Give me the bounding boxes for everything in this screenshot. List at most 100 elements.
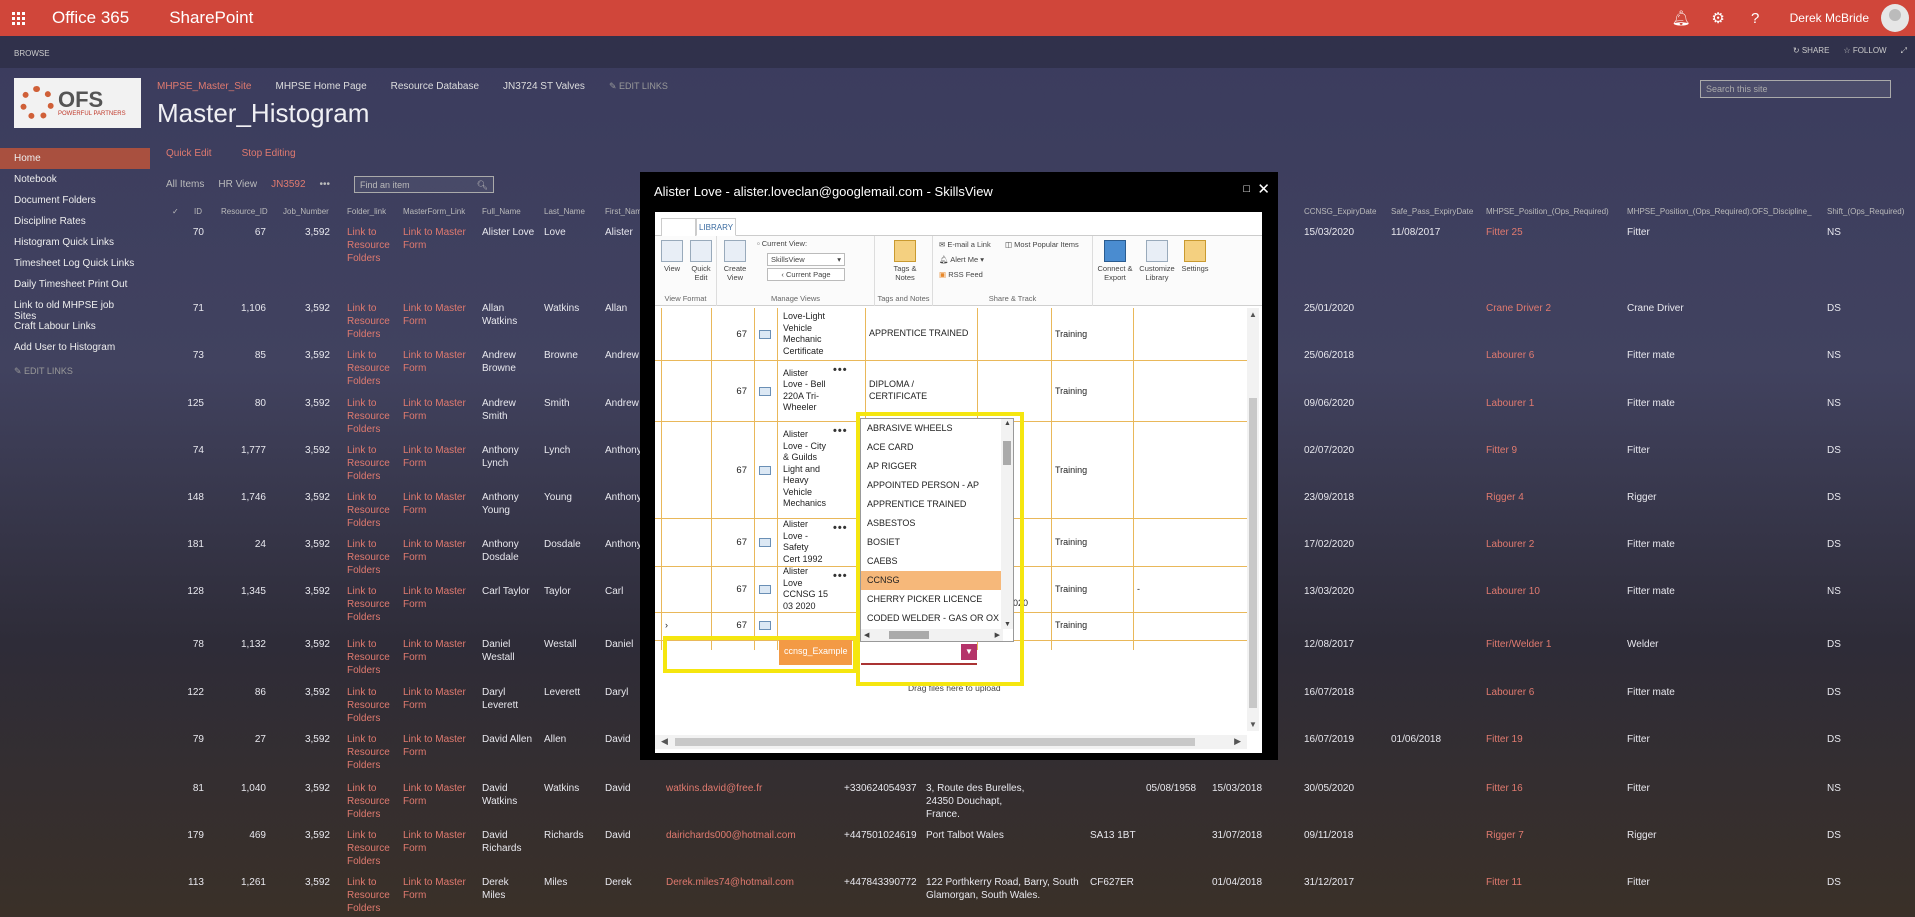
position-link[interactable]: Fitter 11 bbox=[1486, 876, 1522, 889]
col-folder-link[interactable]: Folder_link bbox=[347, 207, 386, 216]
folder-link[interactable]: Link to Resource Folders bbox=[347, 349, 390, 388]
position-link[interactable]: Labourer 2 bbox=[1486, 538, 1534, 551]
search-icon[interactable]: 🔍︎ bbox=[477, 180, 488, 191]
masterform-link[interactable]: Link to Master Form bbox=[403, 638, 466, 664]
connect-export-button[interactable]: Connect & Export bbox=[1095, 240, 1135, 282]
email-link[interactable]: watkins.david@free.fr bbox=[666, 782, 762, 795]
col-masterform-link[interactable]: MasterForm_Link bbox=[403, 207, 465, 216]
folder-link[interactable]: Link to Resource Folders bbox=[347, 302, 390, 341]
view-jn3592[interactable]: JN3592 bbox=[271, 179, 305, 190]
edit-links-top[interactable]: ✎ EDIT LINKS bbox=[609, 81, 668, 92]
create-view-button[interactable]: Create View bbox=[721, 240, 749, 282]
masterform-link[interactable]: Link to Master Form bbox=[403, 585, 466, 611]
gear-icon[interactable]: ⚙ bbox=[1700, 0, 1737, 36]
email-link[interactable]: Derek.miles74@hotmail.com bbox=[666, 876, 794, 889]
col-last-name[interactable]: Last_Name bbox=[544, 207, 585, 216]
col-first-name[interactable]: First_Nam bbox=[605, 207, 642, 216]
document-name-link[interactable]: Alister Love - Bell 220A Tri- Wheeler bbox=[783, 368, 826, 414]
masterform-link[interactable]: Link to Master Form bbox=[403, 782, 466, 808]
scroll-down-icon[interactable]: ▼ bbox=[1249, 720, 1257, 729]
document-icon[interactable] bbox=[759, 585, 771, 594]
position-link[interactable]: Rigger 4 bbox=[1486, 491, 1524, 504]
masterform-link[interactable]: Link to Master Form bbox=[403, 686, 466, 712]
stop-editing-button[interactable]: Stop Editing bbox=[242, 148, 296, 159]
avatar[interactable] bbox=[1881, 4, 1909, 32]
scroll-up-icon[interactable]: ▲ bbox=[1249, 310, 1257, 319]
row-selector-icon[interactable]: › bbox=[665, 620, 668, 632]
col-job-number[interactable]: Job_Number bbox=[283, 207, 329, 216]
more-views-icon[interactable]: ••• bbox=[320, 179, 331, 190]
quick-edit-ribbon-button[interactable]: Quick Edit bbox=[688, 240, 714, 282]
table-row[interactable]: 81 1,040 3,592 Link to Resource Folders Link t… bbox=[0, 782, 1915, 829]
topnav-item-jn3724[interactable]: JN3724 ST Valves bbox=[503, 81, 585, 92]
vertical-scrollbar[interactable]: ▲ ▼ bbox=[1247, 308, 1259, 731]
col-position-ops[interactable]: MHPSE_Position_(Ops_Required) bbox=[1486, 207, 1609, 216]
follow-button[interactable]: ☆ FOLLOW bbox=[1843, 46, 1886, 56]
masterform-link[interactable]: Link to Master Form bbox=[403, 829, 466, 855]
col-shift[interactable]: Shift_(Ops_Required) bbox=[1827, 207, 1904, 216]
popular-items-button[interactable]: ◫ Most Popular Items bbox=[1005, 240, 1079, 249]
folder-link[interactable]: Link to Resource Folders bbox=[347, 585, 390, 624]
help-icon[interactable]: ? bbox=[1737, 0, 1774, 36]
sharepoint-app-title[interactable]: SharePoint bbox=[169, 8, 253, 28]
masterform-link[interactable]: Link to Master Form bbox=[403, 397, 466, 423]
current-page-button[interactable]: ‹ Current Page bbox=[767, 268, 845, 281]
col-safe-pass-expiry[interactable]: Safe_Pass_ExpiryDate bbox=[1391, 207, 1473, 216]
ql-item-notebook[interactable]: Notebook bbox=[0, 169, 150, 190]
table-row[interactable]: 113 1,261 3,592 Link to Resource Folders Link … bbox=[0, 876, 1915, 917]
masterform-link[interactable]: Link to Master Form bbox=[403, 538, 466, 564]
settings-button[interactable]: Settings bbox=[1179, 240, 1211, 273]
folder-link[interactable]: Link to Resource Folders bbox=[347, 829, 390, 868]
col-resource-id[interactable]: Resource_ID bbox=[221, 207, 268, 216]
col-position-discipline[interactable]: MHPSE_Position_(Ops_Required):OFS_Discip… bbox=[1627, 207, 1812, 216]
position-link[interactable]: Fitter 19 bbox=[1486, 733, 1523, 746]
ql-item-daily-timesheet[interactable]: Daily Timesheet Print Out bbox=[0, 274, 150, 295]
view-hr[interactable]: HR View bbox=[218, 179, 257, 190]
position-link[interactable]: Labourer 10 bbox=[1486, 585, 1540, 598]
folder-link[interactable]: Link to Resource Folders bbox=[347, 876, 390, 915]
ql-item-document-folders[interactable]: Document Folders bbox=[0, 190, 150, 211]
horizontal-scrollbar[interactable]: ◀ ▶ bbox=[655, 735, 1247, 749]
ql-item-home[interactable]: Home bbox=[0, 148, 150, 169]
col-ccnsg-expiry[interactable]: CCNSG_ExpiryDate bbox=[1304, 207, 1376, 216]
scroll-right-icon[interactable]: ▶ bbox=[1234, 736, 1241, 747]
col-id[interactable]: ID bbox=[194, 207, 202, 216]
search-site-input[interactable]: Search this site bbox=[1700, 80, 1891, 98]
topnav-item-home-page[interactable]: MHPSE Home Page bbox=[275, 81, 366, 92]
maximize-icon[interactable]: □ bbox=[1243, 183, 1250, 195]
ellipsis-menu-icon[interactable]: ••• bbox=[833, 364, 848, 376]
app-launcher-icon[interactable] bbox=[0, 0, 36, 36]
topnav-item-resource-database[interactable]: Resource Database bbox=[391, 81, 479, 92]
document-icon[interactable] bbox=[759, 465, 771, 475]
view-button[interactable]: View bbox=[660, 240, 684, 273]
browse-tab[interactable]: BROWSE bbox=[14, 49, 50, 58]
alert-me-button[interactable]: 🔔︎ Alert Me ▾ bbox=[939, 255, 984, 264]
folder-link[interactable]: Link to Resource Folders bbox=[347, 444, 390, 483]
position-link[interactable]: Labourer 6 bbox=[1486, 686, 1534, 699]
document-icon[interactable] bbox=[759, 330, 771, 339]
masterform-link[interactable]: Link to Master Form bbox=[403, 349, 466, 375]
col-full-name[interactable]: Full_Name bbox=[482, 207, 521, 216]
folder-link[interactable]: Link to Resource Folders bbox=[347, 733, 390, 772]
position-link[interactable]: Fitter 16 bbox=[1486, 782, 1523, 795]
masterform-link[interactable]: Link to Master Form bbox=[403, 733, 466, 759]
scroll-left-icon[interactable]: ◀ bbox=[661, 736, 668, 747]
customize-library-button[interactable]: Customize Library bbox=[1137, 240, 1177, 282]
position-link[interactable]: Fitter 9 bbox=[1486, 444, 1517, 457]
position-link[interactable]: Labourer 6 bbox=[1486, 349, 1534, 362]
topnav-item-master-site[interactable]: MHPSE_Master_Site bbox=[157, 81, 251, 92]
document-name-link[interactable]: Love-Light Vehicle Mechanic Certificate bbox=[783, 311, 825, 357]
ellipsis-menu-icon[interactable]: ••• bbox=[833, 570, 848, 582]
horizontal-scroll-thumb[interactable] bbox=[675, 738, 1195, 746]
document-name-link[interactable]: Alister Love CCNSG 15 03 2020 bbox=[783, 566, 828, 612]
folder-link[interactable]: Link to Resource Folders bbox=[347, 686, 390, 725]
email-link[interactable]: dairichards000@hotmail.com bbox=[666, 829, 796, 842]
rss-feed-button[interactable]: ▣ RSS Feed bbox=[939, 270, 983, 279]
document-name-link[interactable]: Alister Love - Safety Cert 1992 bbox=[783, 519, 823, 565]
document-icon[interactable] bbox=[759, 386, 771, 396]
masterform-link[interactable]: Link to Master Form bbox=[403, 491, 466, 517]
table-row[interactable]: 179 469 3,592 Link to Resource Folders Link to… bbox=[0, 829, 1915, 876]
bell-icon[interactable]: 🔔︎ bbox=[1663, 0, 1700, 36]
current-view-select[interactable]: SkillsView ▾ bbox=[767, 253, 845, 266]
folder-link[interactable]: Link to Resource Folders bbox=[347, 638, 390, 677]
